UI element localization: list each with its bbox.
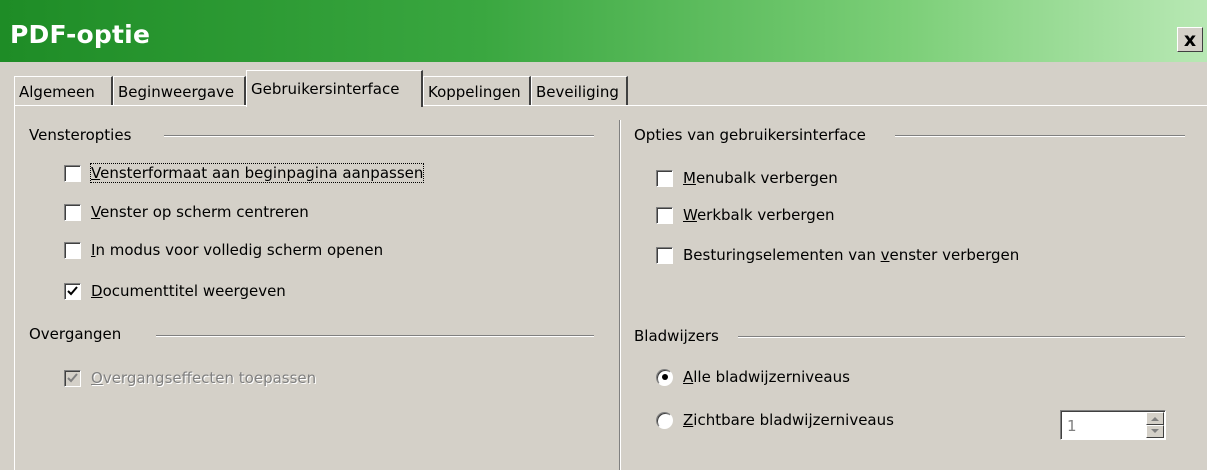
checkbox-box[interactable] (656, 246, 673, 264)
group-separator (895, 135, 1185, 137)
hide-toolbar-checkbox[interactable]: Werkbalk verbergen (656, 205, 835, 225)
fit-window-checkbox[interactable]: Vensterformaat aan beginpagina aanpassen (64, 163, 425, 183)
checkmark-icon (67, 285, 78, 295)
hide-menubar-checkbox[interactable]: Menubalk verbergen (656, 168, 838, 188)
tab-label: Gebruikersinterface (251, 80, 400, 98)
pdf-options-dialog: PDF-optie x Algemeen Beginweergave Koppe… (0, 0, 1207, 470)
checkbox-box[interactable] (64, 282, 81, 300)
tab-gebruikersinterface[interactable]: Gebruikersinterface (246, 70, 423, 107)
close-button[interactable]: x (1177, 27, 1203, 52)
spinner-value: 1 (1067, 417, 1077, 435)
checkbox-label: Besturingselementen van venster verberge… (683, 246, 1020, 264)
tab-label: Beveiliging (536, 82, 619, 101)
radio-label: Zichtbare bladwijzerniveaus (683, 411, 894, 429)
group-separator (156, 335, 594, 337)
title-bar[interactable]: PDF-optie x (0, 0, 1207, 62)
bookmarks-heading: Bladwijzers (634, 327, 719, 345)
checkbox-label: Vensterformaat aan beginpagina aanpassen (89, 163, 425, 183)
tab-beveiliging[interactable]: Beveiliging (531, 76, 628, 106)
spin-up-button[interactable] (1146, 412, 1164, 425)
fullscreen-checkbox[interactable]: In modus voor volledig scherm openen (64, 240, 383, 260)
checkbox-box (64, 369, 81, 387)
checkbox-label: Overgangseffecten toepassen (91, 369, 317, 387)
show-doc-title-checkbox[interactable]: Documenttitel weergeven (64, 281, 286, 301)
all-bookmark-levels-radio[interactable]: Alle bladwijzerniveaus (656, 367, 850, 387)
radio-button[interactable] (656, 411, 673, 429)
checkbox-label: Venster op scherm centreren (91, 203, 309, 221)
close-icon: x (1183, 28, 1197, 51)
tab-label: Beginweergave (118, 82, 235, 101)
transition-effects-checkbox: Overgangseffecten toepassen (64, 368, 316, 388)
arrow-up-icon (1151, 417, 1159, 421)
checkmark-icon (67, 372, 78, 382)
group-separator (164, 135, 594, 137)
checkbox-box[interactable] (64, 164, 81, 182)
window-options-heading: Vensteropties (29, 126, 132, 144)
tab-koppelingen[interactable]: Koppelingen (423, 76, 531, 106)
checkbox-box[interactable] (656, 206, 673, 224)
tab-algemeen[interactable]: Algemeen (14, 76, 113, 106)
group-separator (738, 336, 1185, 338)
checkbox-label: In modus voor volledig scherm openen (91, 241, 384, 259)
radio-button[interactable] (656, 368, 673, 386)
window-title: PDF-optie (10, 20, 151, 49)
tab-label: Koppelingen (428, 82, 521, 101)
column-divider (619, 120, 621, 470)
ui-options-heading: Opties van gebruikersinterface (634, 126, 866, 144)
radio-selected-icon (661, 374, 668, 380)
bookmark-levels-spinner[interactable]: 1 (1060, 410, 1166, 440)
checkbox-label: Menubalk verbergen (683, 169, 838, 187)
checkbox-box[interactable] (64, 203, 81, 221)
spin-down-button[interactable] (1146, 425, 1164, 438)
checkbox-label: Documenttitel weergeven (91, 282, 286, 300)
checkbox-box[interactable] (656, 169, 673, 187)
checkbox-label: Werkbalk verbergen (683, 206, 835, 224)
transitions-heading: Overgangen (29, 325, 122, 343)
arrow-down-icon (1151, 429, 1159, 433)
hide-window-controls-checkbox[interactable]: Besturingselementen van venster verberge… (656, 245, 1019, 265)
radio-label: Alle bladwijzerniveaus (683, 368, 850, 386)
visible-bookmark-levels-radio[interactable]: Zichtbare bladwijzerniveaus (656, 410, 894, 430)
tab-beginweergave[interactable]: Beginweergave (113, 76, 246, 106)
center-window-checkbox[interactable]: Venster op scherm centreren (64, 202, 309, 222)
checkbox-box[interactable] (64, 241, 81, 259)
tab-label: Algemeen (19, 82, 95, 101)
